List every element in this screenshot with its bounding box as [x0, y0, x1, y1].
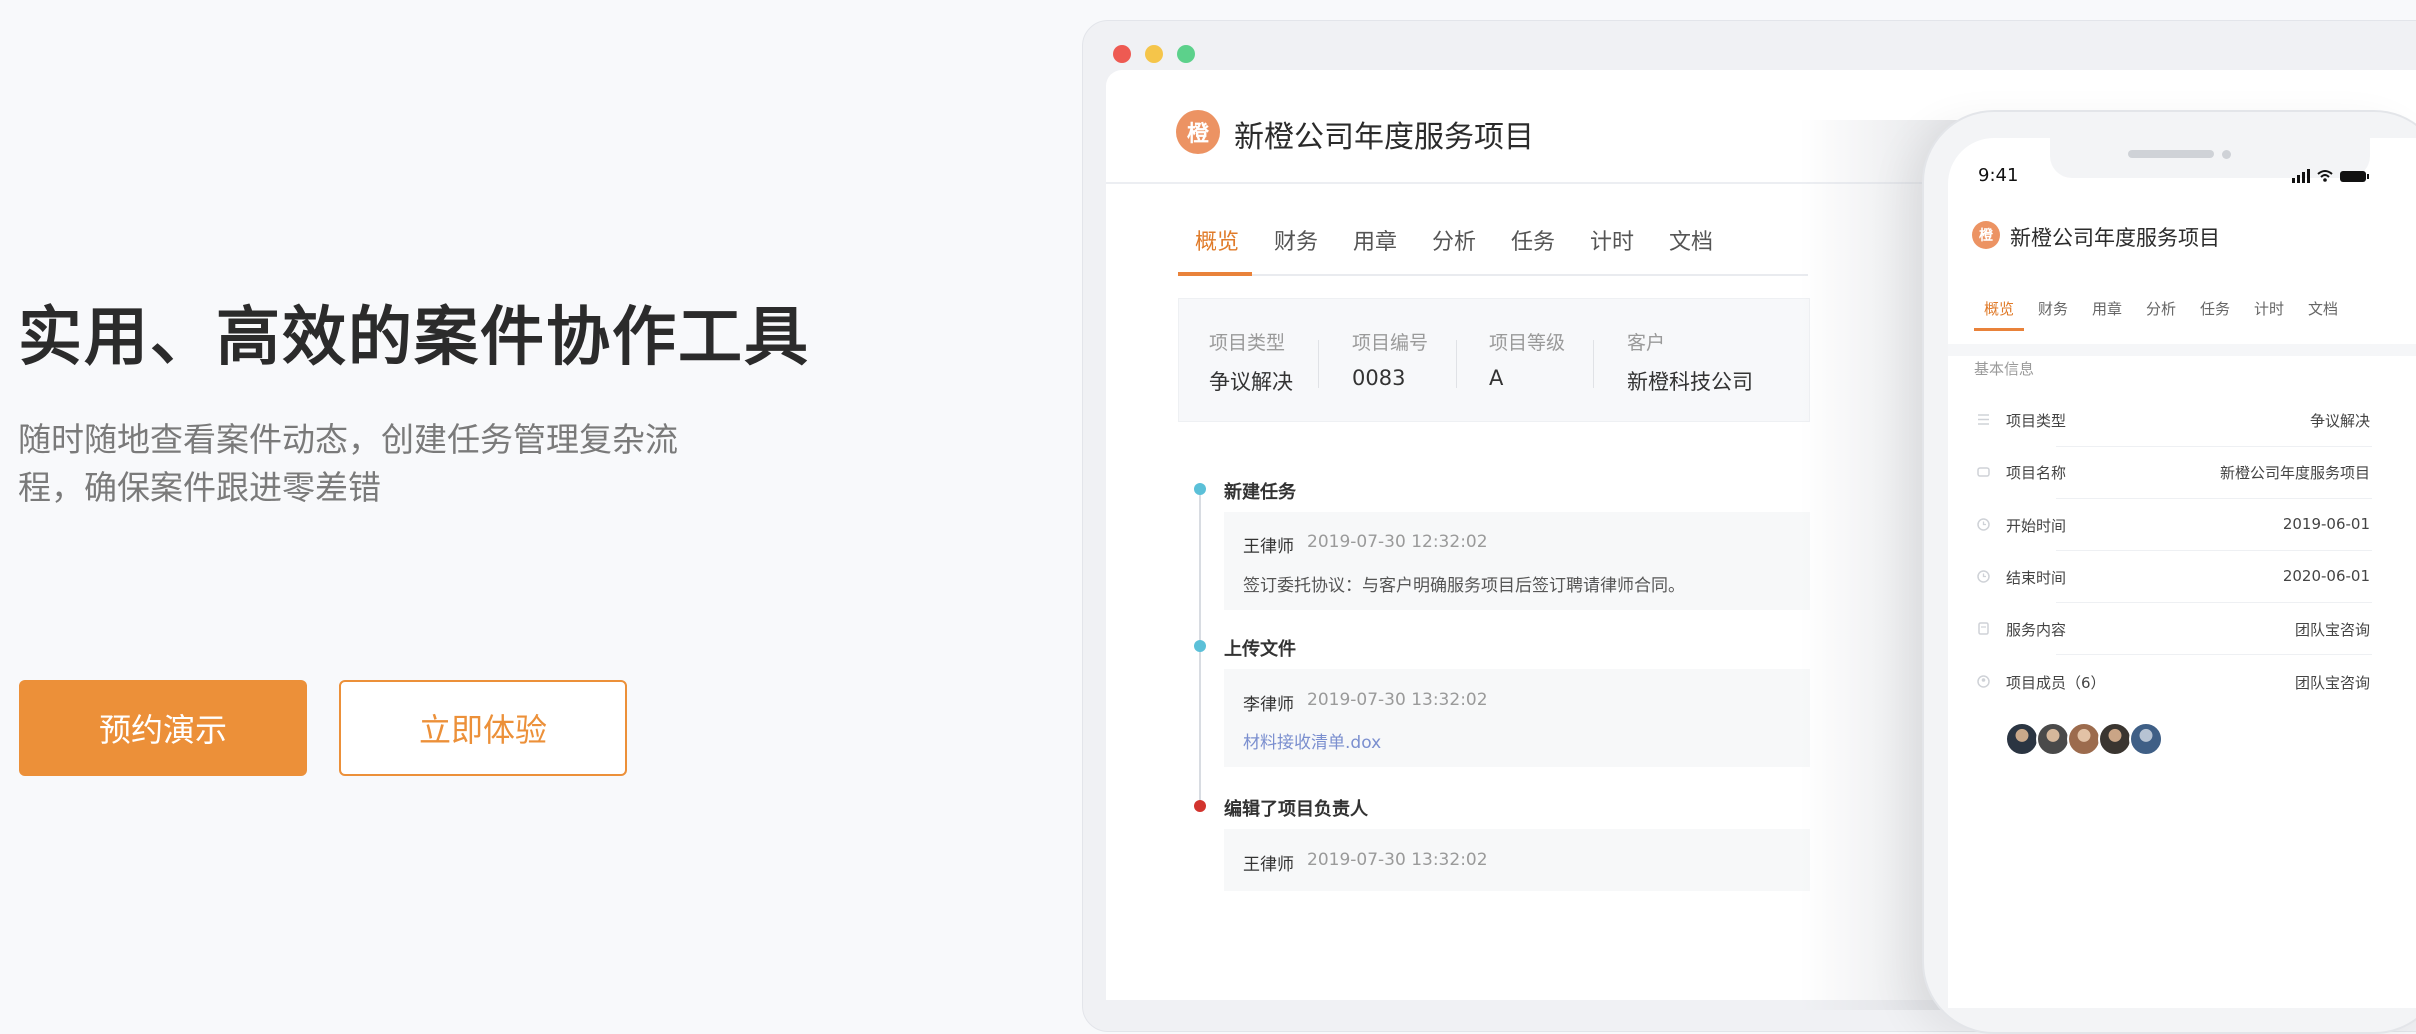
mobile-tab-analysis[interactable]: 分析 — [2146, 298, 2176, 319]
info-divider — [1318, 340, 1319, 388]
project-logo: 橙 — [1176, 110, 1220, 154]
info-value: 争议解决 — [1209, 370, 1293, 394]
info-value: 新橙科技公司 — [1627, 370, 1753, 394]
timeline-dot-icon — [1194, 483, 1206, 495]
timeline-detail: 签订委托协议：与客户明确服务项目后签订聘请律师合同。 — [1243, 576, 1685, 596]
timeline-title: 编辑了项目负责人 — [1224, 799, 1368, 820]
basic-info-heading: 基本信息 — [1974, 360, 2035, 378]
minimize-dot-icon[interactable] — [1145, 45, 1163, 63]
list-icon — [1978, 414, 1989, 425]
info-divider — [1593, 340, 1594, 388]
close-dot-icon[interactable] — [1113, 45, 1131, 63]
file-link[interactable]: 材料接收清单.dox — [1243, 728, 1381, 753]
tab-overview[interactable]: 概览 — [1195, 224, 1239, 256]
tab-analysis[interactable]: 分析 — [1432, 224, 1476, 256]
battery-icon — [2340, 171, 2369, 182]
speaker-icon — [2128, 150, 2214, 158]
hero-subtitle: 随时随地查看案件动态，创建任务管理复杂流程，确保案件跟进零差错 — [18, 420, 678, 507]
try-now-button[interactable]: 立即体验 — [339, 680, 627, 776]
row-value: 团队宝咨询 — [2294, 674, 2370, 692]
mobile-tab-finance[interactable]: 财务 — [2038, 298, 2068, 319]
row-value: 团队宝咨询 — [2294, 621, 2370, 639]
timeline-time: 2019-07-30 13:32:02 — [1307, 850, 1488, 870]
mobile-project-title: 新橙公司年度服务项目 — [2010, 226, 2220, 250]
info-divider — [1456, 340, 1457, 388]
active-tab-indicator — [1178, 272, 1252, 276]
row-label: 服务内容 — [2006, 621, 2067, 639]
members-icon — [1977, 675, 1990, 688]
row-divider — [2056, 654, 2372, 655]
timeline-time: 2019-07-30 12:32:02 — [1307, 532, 1488, 552]
timeline-user: 王律师 — [1243, 855, 1294, 875]
info-label: 项目等级 — [1489, 332, 1566, 354]
row-divider — [2056, 446, 2372, 447]
info-label: 项目类型 — [1209, 332, 1286, 354]
info-value: 0083 — [1352, 366, 1406, 390]
hero-title: 实用、高效的案件协作工具 — [18, 301, 810, 375]
row-label: 开始时间 — [2006, 517, 2067, 535]
member-avatar[interactable] — [2129, 722, 2163, 756]
row-divider — [2056, 498, 2372, 499]
tab-tasks[interactable]: 任务 — [1511, 224, 1555, 256]
row-label: 结束时间 — [2006, 569, 2067, 587]
section-gap — [1948, 344, 2416, 356]
document-icon — [1978, 622, 1989, 635]
clock-icon — [1977, 570, 1990, 583]
row-label: 项目成员（6） — [2006, 674, 2106, 692]
tab-seal[interactable]: 用章 — [1353, 224, 1397, 256]
info-label: 客户 — [1627, 332, 1666, 354]
mobile-tab-tasks[interactable]: 任务 — [2200, 298, 2230, 319]
mobile-tab-documents[interactable]: 文档 — [2308, 298, 2338, 319]
tabs-divider — [1178, 274, 1808, 276]
timeline-title: 新建任务 — [1224, 482, 1296, 503]
folder-icon — [1977, 467, 1990, 477]
camera-icon — [2222, 150, 2231, 159]
status-time: 9:41 — [1978, 165, 2019, 186]
project-title: 新橙公司年度服务项目 — [1234, 120, 1534, 155]
mobile-tab-timing[interactable]: 计时 — [2254, 298, 2284, 319]
wifi-icon — [2317, 170, 2333, 182]
mobile-tab-seal[interactable]: 用章 — [2092, 298, 2122, 319]
member-avatar[interactable] — [2067, 722, 2101, 756]
tab-timing[interactable]: 计时 — [1590, 224, 1634, 256]
timeline-user: 王律师 — [1243, 537, 1294, 557]
timeline-title: 上传文件 — [1224, 639, 1296, 660]
project-info-card — [1178, 298, 1810, 422]
timeline-dot-icon — [1194, 800, 1206, 812]
mobile-tab-overview[interactable]: 概览 — [1984, 298, 2014, 319]
info-value: A — [1489, 366, 1504, 390]
book-demo-button[interactable]: 预约演示 — [19, 680, 307, 776]
tab-finance[interactable]: 财务 — [1274, 224, 1318, 256]
row-divider — [2056, 602, 2372, 603]
row-value: 争议解决 — [2309, 412, 2370, 430]
timeline-time: 2019-07-30 13:32:02 — [1307, 690, 1488, 710]
member-avatar[interactable] — [2098, 722, 2132, 756]
info-label: 项目编号 — [1352, 332, 1429, 354]
member-avatar[interactable] — [2036, 722, 2070, 756]
row-value: 2019-06-01 — [2282, 515, 2370, 533]
timeline-user: 李律师 — [1243, 695, 1294, 715]
row-value: 新橙公司年度服务项目 — [2219, 464, 2370, 482]
row-divider — [2056, 550, 2372, 551]
row-value: 2020-06-01 — [2282, 567, 2370, 585]
mobile-project-logo: 橙 — [1972, 221, 2000, 249]
row-label: 项目类型 — [2006, 412, 2067, 430]
member-avatar[interactable] — [2005, 722, 2039, 756]
clock-icon — [1977, 518, 1990, 531]
mobile-active-tab-indicator — [1974, 328, 2024, 331]
maximize-dot-icon[interactable] — [1177, 45, 1195, 63]
timeline-dot-icon — [1194, 640, 1206, 652]
signal-icon — [2292, 169, 2310, 183]
row-label: 项目名称 — [2006, 464, 2067, 482]
tab-documents[interactable]: 文档 — [1669, 224, 1713, 256]
status-icons — [2292, 169, 2369, 183]
